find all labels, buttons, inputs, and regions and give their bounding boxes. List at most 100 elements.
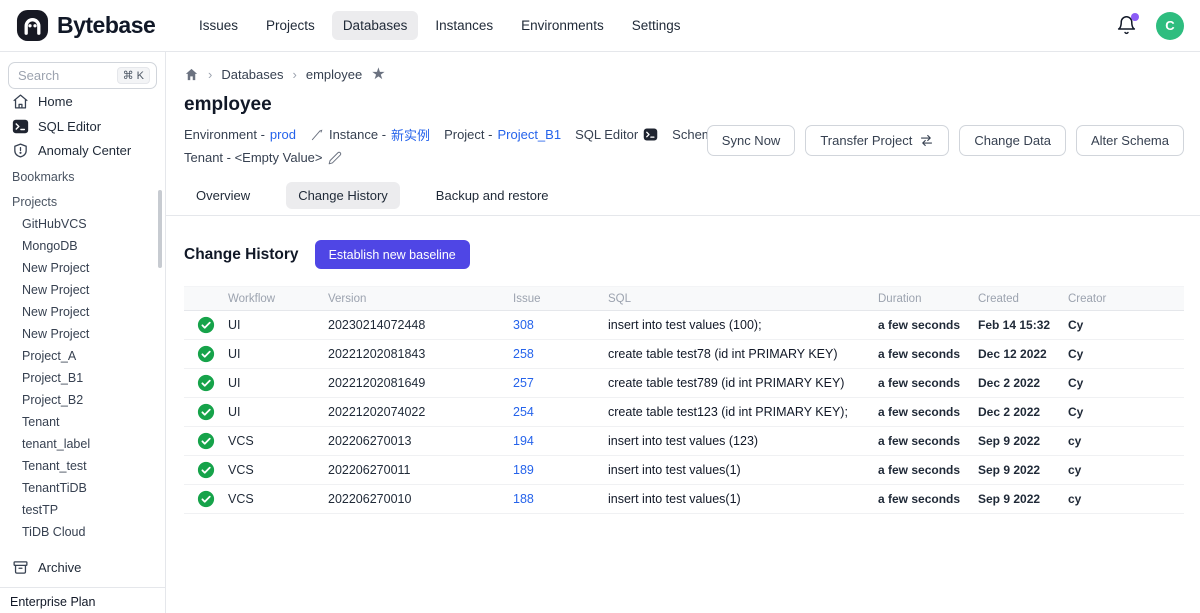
cell-workflow: UI (228, 405, 328, 419)
status-done-icon (184, 403, 228, 421)
table-row[interactable]: VCS202206270010188insert into test value… (184, 485, 1184, 514)
breadcrumb-separator: › (208, 67, 212, 82)
status-done-icon (184, 461, 228, 479)
status-done-icon (184, 490, 228, 508)
sidebar-project-githubvcs[interactable]: GitHubVCS (8, 213, 157, 235)
edit-pencil-icon[interactable] (328, 151, 342, 165)
transfer-project-button[interactable]: Transfer Project (805, 125, 949, 156)
nav-item-settings[interactable]: Settings (621, 11, 692, 40)
cell-issue: 257 (513, 376, 608, 390)
tab-overview[interactable]: Overview (184, 182, 262, 209)
issue-link[interactable]: 257 (513, 376, 534, 390)
cell-created: Feb 14 15:32 (978, 318, 1068, 332)
sidebar-project-mongodb[interactable]: MongoDB (8, 235, 157, 257)
table-row[interactable]: UI20221202081843258create table test78 (… (184, 340, 1184, 369)
issue-link[interactable]: 188 (513, 492, 534, 506)
issue-link[interactable]: 194 (513, 434, 534, 448)
sync-now-button[interactable]: Sync Now (707, 125, 796, 156)
sidebar-section-bookmarks[interactable]: Bookmarks (8, 165, 157, 188)
cell-duration: a few seconds (878, 463, 978, 477)
sql-editor-link[interactable]: SQL Editor (575, 127, 658, 142)
sidebar-item-label: Archive (38, 560, 81, 575)
alter-schema-button[interactable]: Alter Schema (1076, 125, 1184, 156)
body-split: ⌘ K Home SQL Editor (0, 52, 1200, 613)
sidebar-project-new-project[interactable]: New Project (8, 323, 157, 345)
table-row[interactable]: UI20221202074022254create table test123 … (184, 398, 1184, 427)
sidebar-project-project-b2[interactable]: Project_B2 (8, 389, 157, 411)
favorite-star-icon[interactable]: ★ (371, 64, 385, 84)
cell-version: 202206270011 (328, 463, 513, 477)
cell-sql: insert into test values (100); (608, 318, 878, 332)
sidebar-project-tenant-test[interactable]: Tenant_test (8, 455, 157, 477)
meta-environment-label: Environment - (184, 127, 265, 142)
col-header-sql: SQL (608, 293, 878, 305)
sidebar-scrollbar[interactable] (158, 190, 162, 268)
nav-item-databases[interactable]: Databases (332, 11, 419, 40)
sidebar-project-tidb-cloud[interactable]: TiDB Cloud (8, 521, 157, 543)
table-row[interactable]: UI20221202081649257create table test789 … (184, 369, 1184, 398)
sidebar-item-home[interactable]: Home (8, 89, 157, 114)
sidebar-project-new-project[interactable]: New Project (8, 301, 157, 323)
table-row[interactable]: VCS202206270011189insert into test value… (184, 456, 1184, 485)
sidebar-item-archive[interactable]: Archive (8, 553, 157, 581)
establish-baseline-button[interactable]: Establish new baseline (315, 240, 470, 269)
table-body: UI20230214072448308insert into test valu… (184, 311, 1184, 514)
cell-created: Dec 2 2022 (978, 376, 1068, 390)
issue-link[interactable]: 254 (513, 405, 534, 419)
sidebar-project-tenant-label[interactable]: tenant_label (8, 433, 157, 455)
sidebar-item-sql-editor[interactable]: SQL Editor (8, 114, 157, 139)
status-done-icon (184, 374, 228, 392)
col-header-workflow: Workflow (228, 293, 328, 305)
breadcrumb-home-icon[interactable] (184, 67, 199, 82)
sidebar-project-new-project[interactable]: New Project (8, 279, 157, 301)
cell-issue: 194 (513, 434, 608, 448)
cell-sql: insert into test values (123) (608, 434, 878, 448)
search-input[interactable] (18, 68, 100, 83)
tab-backup-and-restore[interactable]: Backup and restore (424, 182, 561, 209)
topnav-right: C (1116, 12, 1184, 40)
shield-icon (12, 142, 29, 159)
tab-change-history[interactable]: Change History (286, 182, 400, 209)
sidebar-project-project-a[interactable]: Project_A (8, 345, 157, 367)
issue-link[interactable]: 308 (513, 318, 534, 332)
sidebar-item-label: Home (38, 94, 73, 109)
sidebar-project-tenant[interactable]: Tenant (8, 411, 157, 433)
status-done-icon (184, 432, 228, 450)
table-row[interactable]: VCS202206270013194insert into test value… (184, 427, 1184, 456)
status-done-icon (184, 345, 228, 363)
page-title: employee (184, 94, 1184, 116)
cell-duration: a few seconds (878, 405, 978, 419)
cell-created: Sep 9 2022 (978, 492, 1068, 506)
sidebar-project-project-b1[interactable]: Project_B1 (8, 367, 157, 389)
environment-link[interactable]: prod (270, 127, 296, 142)
issue-link[interactable]: 258 (513, 347, 534, 361)
breadcrumb-databases[interactable]: Databases (221, 67, 283, 82)
change-data-button[interactable]: Change Data (959, 125, 1066, 156)
nav-item-projects[interactable]: Projects (255, 11, 326, 40)
home-icon (12, 93, 29, 110)
col-header-creator: Creator (1068, 293, 1184, 305)
nav-item-instances[interactable]: Instances (424, 11, 504, 40)
nav-item-issues[interactable]: Issues (188, 11, 249, 40)
col-header-created: Created (978, 293, 1068, 305)
search-box[interactable]: ⌘ K (8, 62, 157, 89)
issue-link[interactable]: 189 (513, 463, 534, 477)
col-header-issue: Issue (513, 293, 608, 305)
section-title: Change History (184, 246, 299, 264)
nav-item-environments[interactable]: Environments (510, 11, 615, 40)
avatar[interactable]: C (1156, 12, 1184, 40)
sidebar-project-testtp[interactable]: testTP (8, 499, 157, 521)
cell-version: 20221202081649 (328, 376, 513, 390)
meta-line-2: Tenant - <Empty Value> (184, 146, 707, 169)
table-row[interactable]: UI20230214072448308insert into test valu… (184, 311, 1184, 340)
notification-bell-icon[interactable] (1116, 15, 1138, 37)
sidebar-project-new-project[interactable]: New Project (8, 257, 157, 279)
meta-environment: Environment - prod (184, 127, 296, 142)
sql-editor-label: SQL Editor (575, 127, 638, 142)
sidebar-project-tenanttidb[interactable]: TenantTiDB (8, 477, 157, 499)
sidebar-item-anomaly-center[interactable]: Anomaly Center (8, 138, 157, 163)
project-link[interactable]: Project_B1 (497, 127, 561, 142)
instance-link[interactable]: 新实例 (391, 125, 430, 144)
sidebar-section-projects[interactable]: Projects (8, 190, 157, 213)
brand[interactable]: Bytebase (16, 9, 174, 42)
